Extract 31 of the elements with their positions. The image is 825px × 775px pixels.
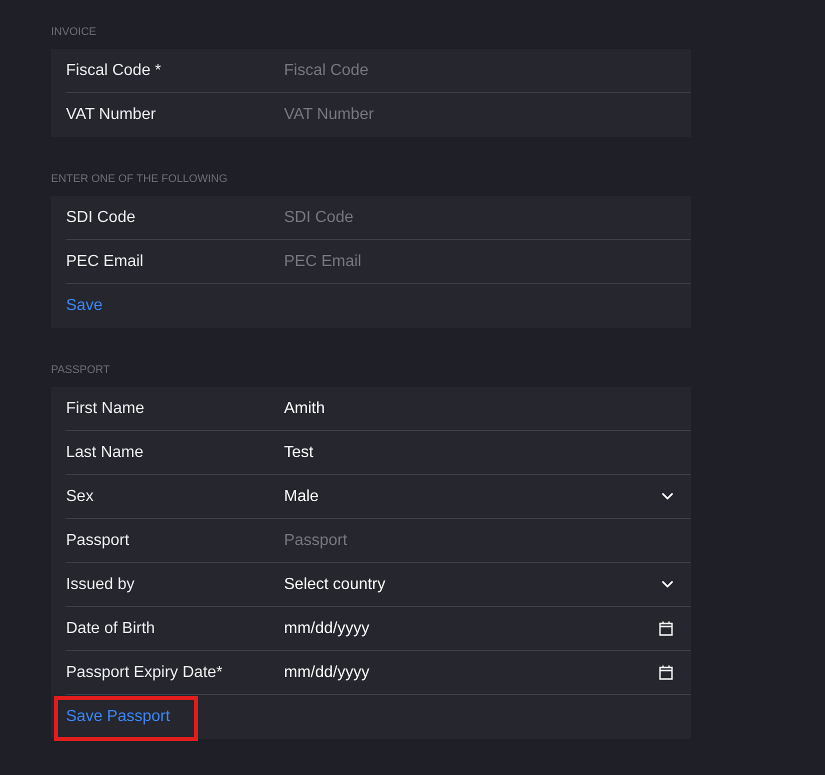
field-label: Passport (66, 530, 130, 550)
text-field[interactable]: PEC Email (284, 248, 664, 276)
dropdown-field[interactable]: Male (284, 482, 673, 510)
field-label: Passport Expiry Date* (66, 662, 224, 682)
save-link[interactable]: Save Passport (66, 706, 170, 728)
text-field[interactable]: Fiscal Code (284, 56, 664, 84)
calendar-icon[interactable] (659, 621, 673, 636)
field-label: VAT Number (66, 105, 157, 125)
field-label: SDI Code (66, 208, 136, 228)
calendar-icon[interactable] (659, 665, 673, 680)
field-label: Date of Birth (66, 618, 156, 638)
text-field[interactable]: Test (284, 438, 664, 466)
save-link[interactable]: Save (66, 295, 102, 317)
field-label: Last Name (66, 442, 144, 462)
dropdown-field[interactable]: Select country (284, 570, 673, 598)
text-field[interactable]: Passport (284, 526, 664, 554)
field-label: First Name (66, 398, 146, 418)
text-field[interactable]: VAT Number (284, 101, 664, 129)
field-label: Issued by (66, 574, 136, 594)
date-field[interactable]: mm/dd/yyyy (284, 658, 584, 686)
text-field[interactable]: Amith (284, 394, 664, 422)
chevron-down-icon (662, 581, 673, 588)
text-field[interactable]: SDI Code (284, 204, 664, 232)
field-label: PEC Email (66, 252, 144, 272)
field-label: Sex (66, 486, 95, 506)
section-heading: PASSPORT (51, 363, 111, 378)
chevron-down-icon (662, 493, 673, 500)
section-heading: INVOICE (51, 25, 98, 40)
field-label: Fiscal Code * (66, 60, 162, 80)
date-field[interactable]: mm/dd/yyyy (284, 614, 584, 642)
section-heading: ENTER ONE OF THE FOLLOWING (51, 172, 228, 187)
